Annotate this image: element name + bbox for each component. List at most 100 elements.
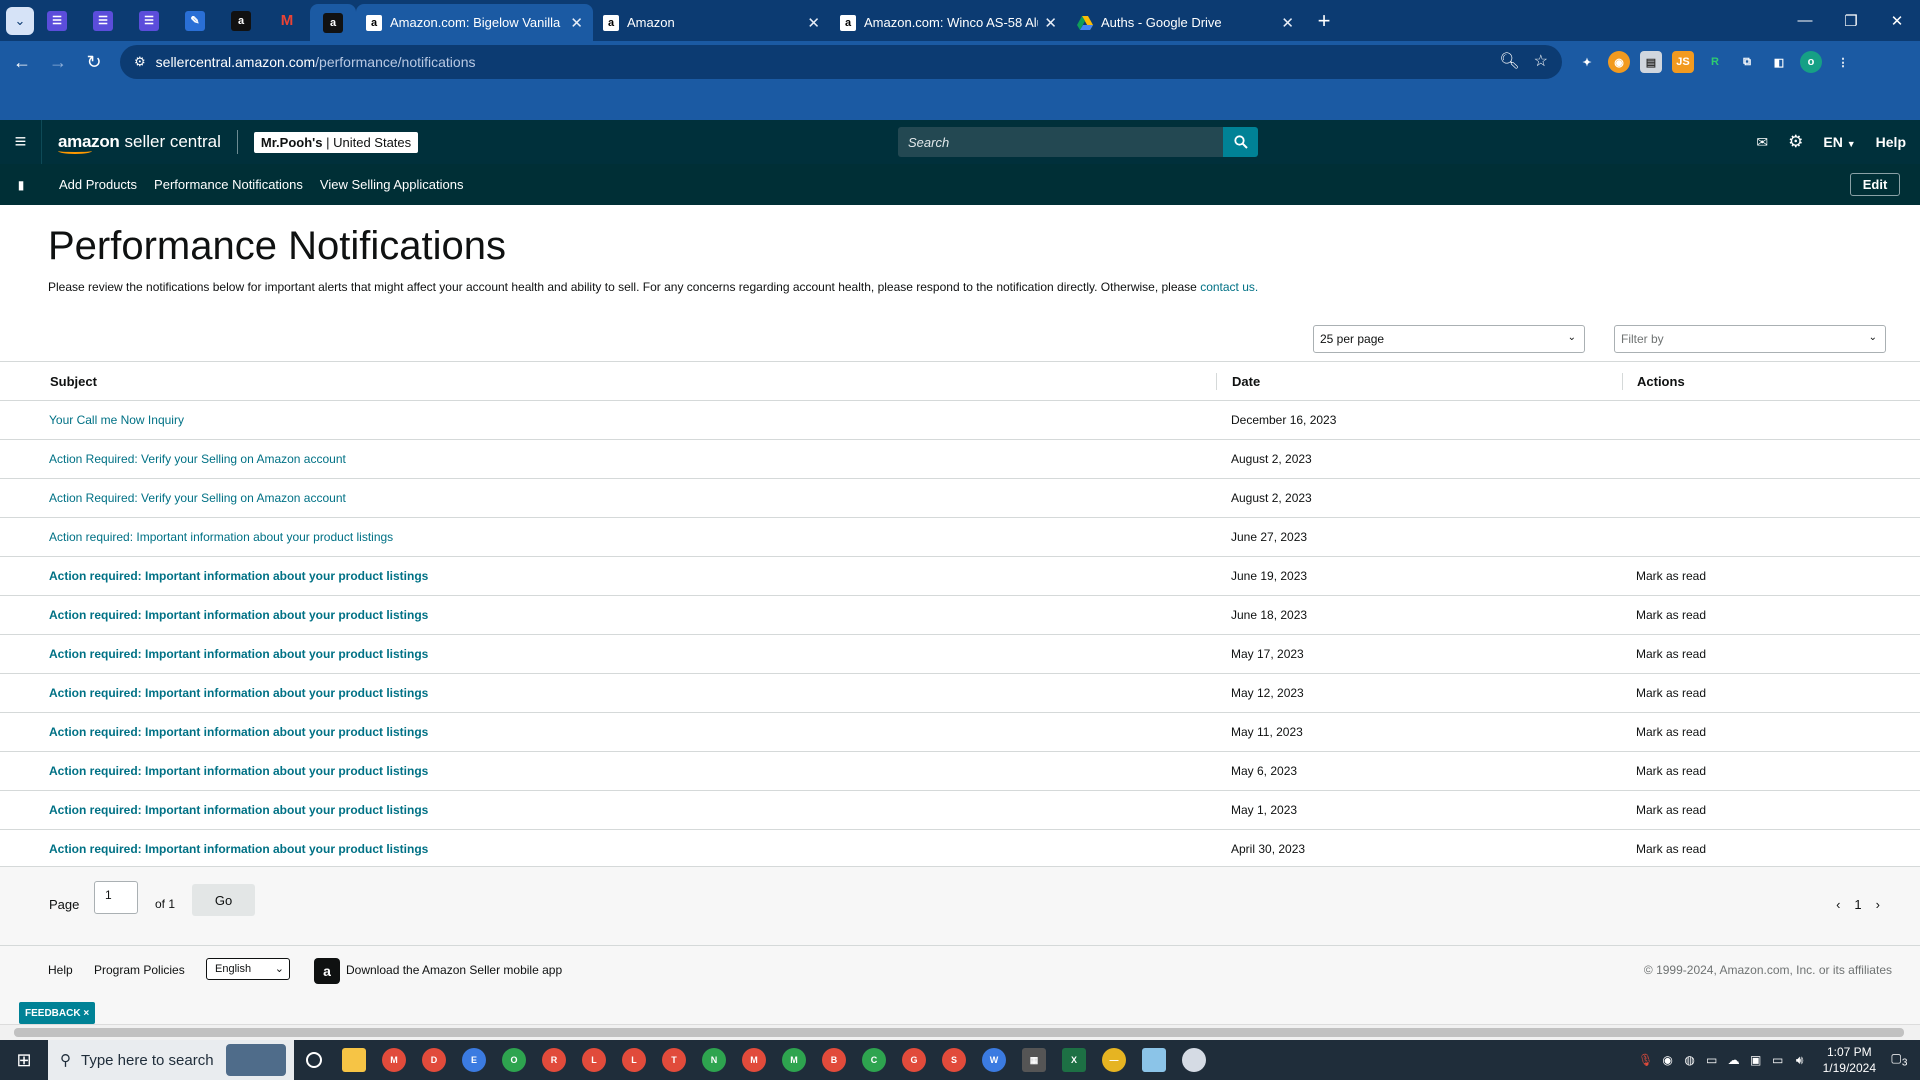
notification-subject-link[interactable]: Action required: Important information a… [49, 725, 428, 739]
extension-icon[interactable]: ◉ [1608, 51, 1630, 73]
current-page-number[interactable]: 1 [1854, 897, 1861, 912]
mark-as-read-link[interactable]: Mark as read [1636, 647, 1706, 661]
bookmark-icon[interactable]: ▮ [0, 178, 42, 192]
column-header-subject[interactable]: Subject [50, 374, 97, 389]
pinned-tab[interactable]: ☰ [80, 0, 126, 41]
chrome-profile-icon[interactable]: W [974, 1040, 1014, 1080]
footer-language-select[interactable]: English ⌄ [206, 958, 290, 980]
notification-subject-link[interactable]: Your Call me Now Inquiry [49, 413, 184, 427]
chevron-right-icon[interactable]: › [1876, 897, 1880, 912]
forward-icon[interactable]: → [40, 45, 76, 81]
chrome-profile-icon[interactable]: S [934, 1040, 974, 1080]
extension-icon[interactable]: JS [1672, 51, 1694, 73]
close-window-icon[interactable]: ✕ [1874, 0, 1920, 41]
new-tab-button[interactable]: + [1308, 5, 1340, 37]
footer-policies-link[interactable]: Program Policies [94, 963, 185, 977]
mark-as-read-link[interactable]: Mark as read [1636, 569, 1706, 583]
reload-icon[interactable]: ↻ [76, 45, 112, 81]
notification-subject-link[interactable]: Action Required: Verify your Selling on … [49, 452, 346, 466]
notifications-icon[interactable]: ▢3 [1888, 1051, 1910, 1068]
excel-icon[interactable]: X [1054, 1040, 1094, 1080]
chrome-profile-icon[interactable]: O [494, 1040, 534, 1080]
restore-icon[interactable]: ❐ [1828, 0, 1874, 41]
gear-icon[interactable]: ⚙ [1788, 132, 1803, 152]
file-explorer-icon[interactable] [334, 1040, 374, 1080]
close-tab-icon[interactable]: ✕ [570, 14, 583, 32]
windows-start-icon[interactable]: ⊞ [0, 1040, 48, 1080]
notification-subject-link[interactable]: Action required: Important information a… [49, 569, 428, 583]
extension-icon[interactable]: R [1704, 51, 1726, 73]
paint-icon[interactable] [1174, 1040, 1214, 1080]
taskbar-search[interactable]: ⚲ Type here to search [48, 1040, 294, 1080]
store-switcher[interactable]: Mr.Pooh's | United States [253, 131, 419, 153]
nav-add-products[interactable]: Add Products [59, 177, 137, 192]
meet-icon[interactable]: ▣ [1745, 1053, 1767, 1067]
mark-as-read-link[interactable]: Mark as read [1636, 764, 1706, 778]
scrollbar-thumb[interactable] [14, 1028, 1904, 1037]
zoom-icon[interactable]: 🔍︎ [1499, 51, 1519, 71]
notification-subject-link[interactable]: Action Required: Verify your Selling on … [49, 491, 346, 505]
extensions-puzzle-icon[interactable]: ⧉ [1736, 51, 1758, 73]
notification-subject-link[interactable]: Action required: Important information a… [49, 530, 393, 544]
task-view-icon[interactable] [294, 1040, 334, 1080]
mark-as-read-link[interactable]: Mark as read [1636, 842, 1706, 856]
edit-button[interactable]: Edit [1850, 173, 1900, 196]
chrome-profile-icon[interactable]: L [614, 1040, 654, 1080]
notification-subject-link[interactable]: Action required: Important information a… [49, 686, 428, 700]
pinned-tab-active[interactable]: a [310, 4, 356, 41]
site-info-icon[interactable]: ⚙ [134, 54, 146, 70]
chrome-profile-icon[interactable]: L [574, 1040, 614, 1080]
chrome-profile-icon[interactable]: N [694, 1040, 734, 1080]
search-input[interactable] [898, 127, 1223, 157]
go-button[interactable]: Go [192, 884, 255, 916]
chrome-profile-icon[interactable]: B [814, 1040, 854, 1080]
browser-tab[interactable]: a Amazon.com: Bigelow Vanilla Ch ✕ [356, 4, 593, 41]
pinned-tab[interactable]: ☰ [126, 0, 172, 41]
network-icon[interactable]: ▭ [1767, 1053, 1789, 1067]
contact-us-link[interactable]: contact us. [1200, 280, 1258, 294]
pinned-tab[interactable]: ☰ [34, 0, 80, 41]
pinned-tab[interactable]: a [218, 0, 264, 41]
chrome-profile-icon[interactable]: C [854, 1040, 894, 1080]
cloud-icon[interactable]: ☁ [1723, 1053, 1745, 1067]
notification-subject-link[interactable]: Action required: Important information a… [49, 842, 428, 856]
per-page-select[interactable]: 25 per page ⌄ [1313, 325, 1585, 353]
chrome-profile-icon[interactable]: T [654, 1040, 694, 1080]
side-panel-icon[interactable]: ◧ [1768, 51, 1790, 73]
back-icon[interactable]: ← [4, 45, 40, 81]
extension-icon[interactable]: ▤ [1640, 51, 1662, 73]
browser-tab[interactable]: a Amazon.com: Winco AS-58 Alum ✕ [830, 4, 1067, 41]
close-tab-icon[interactable]: ✕ [1044, 14, 1057, 32]
close-tab-icon[interactable]: ✕ [807, 14, 820, 32]
drive-tray-icon[interactable]: ▭ [1701, 1053, 1723, 1067]
microphone-icon[interactable]: 🎙︎ [1635, 1053, 1657, 1067]
notification-subject-link[interactable]: Action required: Important information a… [49, 647, 428, 661]
notification-subject-link[interactable]: Action required: Important information a… [49, 803, 428, 817]
mail-icon[interactable]: ✉ [1756, 134, 1768, 151]
feedback-button[interactable]: FEEDBACK × [19, 1002, 96, 1024]
taskbar-clock[interactable]: 1:07 PM 1/19/2024 [1823, 1044, 1876, 1076]
chevron-left-icon[interactable]: ‹ [1836, 897, 1840, 912]
chrome-profile-icon[interactable]: M [734, 1040, 774, 1080]
language-selector[interactable]: EN ▼ [1823, 134, 1855, 150]
column-header-date[interactable]: Date [1232, 374, 1260, 389]
minimize-icon[interactable]: — [1782, 0, 1828, 41]
chrome-profile-icon[interactable]: R [534, 1040, 574, 1080]
help-link[interactable]: Help [1876, 134, 1906, 150]
chrome-profile-icon[interactable]: G [894, 1040, 934, 1080]
horizontal-scrollbar[interactable] [0, 1024, 1920, 1040]
url-field[interactable]: ⚙ sellercentral.amazon.com/performance/n… [120, 45, 1562, 79]
pinned-tab[interactable]: ✎ [172, 0, 218, 41]
chrome-profile-icon[interactable]: D [414, 1040, 454, 1080]
extension-icon[interactable]: ✦ [1576, 51, 1598, 73]
chrome-profile-icon[interactable]: M [374, 1040, 414, 1080]
chrome-profile-icon[interactable]: E [454, 1040, 494, 1080]
mark-as-read-link[interactable]: Mark as read [1636, 725, 1706, 739]
tray-app-icon[interactable]: ◍ [1679, 1053, 1701, 1067]
pinned-tab[interactable]: M [264, 0, 310, 41]
zoom-app-icon[interactable]: ◉ [1657, 1053, 1679, 1067]
menu-dots-icon[interactable]: ⋮ [1832, 51, 1854, 73]
notification-subject-link[interactable]: Action required: Important information a… [49, 608, 428, 622]
bookmark-star-icon[interactable]: ☆ [1534, 51, 1548, 71]
browser-tab[interactable]: Auths - Google Drive ✕ [1067, 4, 1304, 41]
